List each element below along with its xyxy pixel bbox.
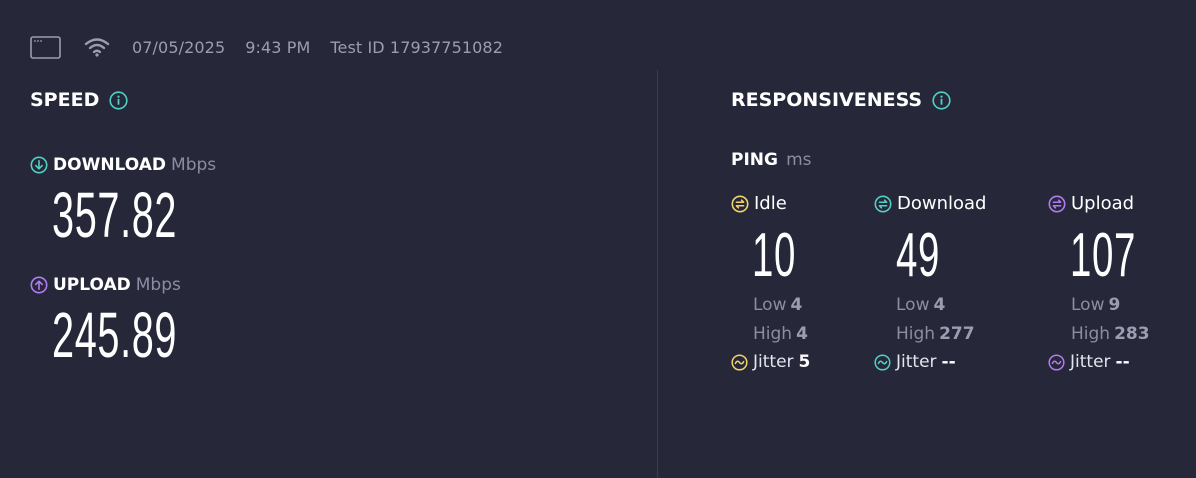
download-unit: Mbps [171,155,217,175]
ping-upload-value: 107 [1070,221,1137,290]
ping-upload-high: High 283 [1071,324,1150,344]
ping-unit: ms [786,150,812,170]
download-label: DOWNLOAD [53,155,167,175]
upload-unit: Mbps [135,275,181,295]
ping-download-header: Download [874,193,986,214]
jitter-label: Jitter [753,352,794,372]
test-date: 07/05/2025 [132,37,226,57]
test-id: Test ID 17937751082 [330,37,503,57]
high-value: 283 [1114,324,1150,344]
jitter-wave-icon [1048,353,1065,371]
ping-download-low: Low 4 [896,295,945,315]
speed-title-text: SPEED [30,89,100,111]
low-value: 4 [790,295,803,315]
test-time: 9:43 PM [245,37,311,57]
jitter-label: Jitter [1070,352,1111,372]
ping-download-high: High 277 [896,324,975,344]
section-divider [657,70,658,478]
high-value: 4 [796,324,808,344]
low-label: Low [1071,295,1105,315]
high-label: High [1071,324,1111,344]
upload-header: UPLOAD Mbps [30,275,181,295]
upload-gauge-icon [1048,195,1066,213]
jitter-value: -- [1115,352,1130,372]
ping-idle-label: Idle [754,193,787,214]
wifi-icon [84,37,110,57]
ping-upload-header: Upload [1048,193,1134,214]
ping-upload-low: Low 9 [1071,295,1120,315]
ping-download-jitter: Jitter -- [874,352,956,372]
upload-speed-value: 245.89 [52,299,178,371]
ping-download-label: Download [897,193,987,214]
download-gauge-icon [874,195,892,213]
ping-upload-label: Upload [1071,193,1135,214]
arrow-down-circle-icon [30,156,48,174]
jitter-wave-icon [874,353,891,371]
responsiveness-title-text: RESPONSIVENESS [731,89,923,111]
download-speed-value: 357.82 [52,179,178,251]
ping-upload-jitter: Jitter -- [1048,352,1130,372]
info-icon[interactable] [109,90,128,110]
window-icon [30,35,61,59]
ping-idle-low: Low 4 [753,295,802,315]
download-header: DOWNLOAD Mbps [30,155,216,175]
test-meta-bar: 07/05/2025 9:43 PM Test ID 17937751082 [30,33,503,61]
speed-section-title: SPEED [30,89,128,111]
jitter-value: 5 [798,352,811,372]
responsiveness-section-title: RESPONSIVENESS [731,89,951,111]
high-label: High [896,324,936,344]
info-icon[interactable] [932,90,951,110]
high-value: 277 [939,324,975,344]
low-value: 4 [933,295,946,315]
low-value: 9 [1108,295,1121,315]
ping-idle-jitter: Jitter 5 [731,352,810,372]
jitter-wave-icon [731,353,748,371]
ping-idle-header: Idle [731,193,787,214]
ping-title: PING ms [731,150,811,170]
ping-idle-value: 10 [752,221,797,290]
jitter-label: Jitter [896,352,937,372]
low-label: Low [753,295,787,315]
ping-download-value: 49 [896,221,941,290]
idle-gauge-icon [731,195,749,213]
ping-label: PING [731,150,778,170]
ping-idle-high: High 4 [753,324,808,344]
upload-label: UPLOAD [53,275,131,295]
high-label: High [753,324,793,344]
low-label: Low [896,295,930,315]
jitter-value: -- [941,352,956,372]
speed-test-results: 07/05/2025 9:43 PM Test ID 17937751082 S… [0,0,1196,478]
arrow-up-circle-icon [30,276,48,294]
